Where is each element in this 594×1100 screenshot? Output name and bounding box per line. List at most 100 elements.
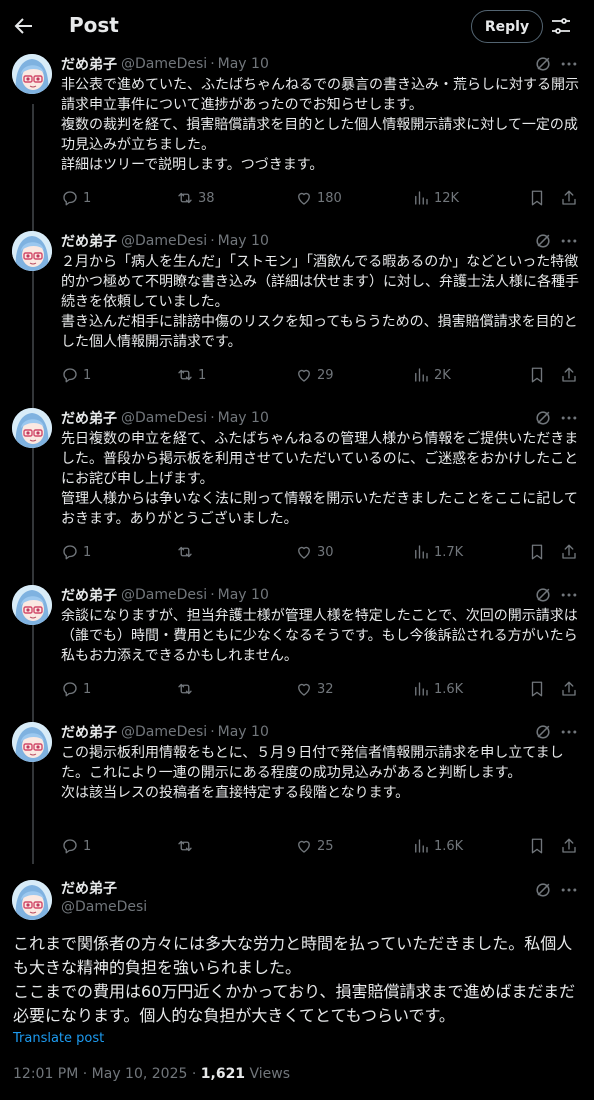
back-arrow-icon[interactable] <box>12 14 36 38</box>
bookmark-icon <box>531 190 543 206</box>
reply-count: 1 <box>83 838 92 854</box>
avatar[interactable] <box>12 54 52 94</box>
share-icon <box>562 681 576 696</box>
grok-icon[interactable] <box>533 231 553 251</box>
views-action[interactable]: 1.6K <box>412 679 463 699</box>
more-icon[interactable] <box>559 54 579 74</box>
tweet-text: この掲示板利用情報をもとに、５月９日付で発信者情報開示請求を申し立てました。これ… <box>61 745 564 801</box>
grok-icon[interactable] <box>533 408 553 428</box>
translate-link[interactable]: Translate post <box>13 1031 104 1046</box>
bookmark-action[interactable] <box>528 836 546 856</box>
tweet-date[interactable]: May 10 <box>218 410 269 426</box>
page-title: Post <box>69 13 119 37</box>
reply-action[interactable]: 1 <box>61 836 91 856</box>
action-bar: 1 1 29 2K <box>61 365 581 385</box>
grok-icon[interactable] <box>533 722 553 742</box>
retweet-action[interactable] <box>176 542 198 562</box>
avatar[interactable] <box>12 722 52 762</box>
action-bar: 1 38 180 12K <box>61 188 581 208</box>
tweet-text: 非公表で進めていた、ふたばちゃんねるでの暴言の書き込み・荒らしに対する開示請求申… <box>61 77 579 173</box>
views-action[interactable]: 2K <box>412 365 451 385</box>
share-action[interactable] <box>560 542 578 562</box>
grok-icon[interactable] <box>533 880 553 900</box>
avatar[interactable] <box>12 231 52 271</box>
grok-icon[interactable] <box>533 585 553 605</box>
avatar[interactable] <box>12 585 52 625</box>
more-icon[interactable] <box>559 585 579 605</box>
author-handle[interactable]: @DameDesi <box>121 56 207 72</box>
bookmark-action[interactable] <box>528 365 546 385</box>
share-action[interactable] <box>560 188 578 208</box>
author-name[interactable]: だめ弟子 <box>61 231 117 251</box>
reply-action[interactable]: 1 <box>61 679 91 699</box>
author-name[interactable]: だめ弟子 <box>61 408 117 428</box>
tweet-text: 余談になりますが、担当弁護士様が管理人様を特定したことで、次回の開示請求は（誰で… <box>61 608 578 664</box>
views-action[interactable]: 1.7K <box>412 542 463 562</box>
author-handle[interactable]: @DameDesi <box>121 233 207 249</box>
more-icon[interactable] <box>559 722 579 742</box>
views-action[interactable]: 12K <box>412 188 459 208</box>
bookmark-action[interactable] <box>528 188 546 208</box>
retweet-count: 38 <box>198 190 215 206</box>
views-label: Views <box>245 1066 291 1082</box>
like-action[interactable]: 29 <box>295 365 334 385</box>
author-name[interactable]: だめ弟子 <box>61 585 117 605</box>
retweet-action[interactable] <box>176 836 198 856</box>
action-bar: 1 30 1.7K <box>61 542 581 562</box>
more-icon[interactable] <box>559 408 579 428</box>
retweet-action[interactable]: 38 <box>176 188 215 208</box>
like-action[interactable]: 30 <box>295 542 334 562</box>
like-action[interactable]: 180 <box>295 188 342 208</box>
like-action[interactable]: 25 <box>295 836 334 856</box>
like-count: 30 <box>317 544 334 560</box>
author-name[interactable]: だめ弟子 <box>61 722 117 742</box>
retweet-count: 1 <box>198 367 207 383</box>
tweet-date[interactable]: May 10 <box>218 587 269 603</box>
author-handle[interactable]: @DameDesi <box>121 724 207 740</box>
tweet-date[interactable]: May 10 <box>218 233 269 249</box>
views-count: 1,621 <box>200 1066 246 1082</box>
more-icon[interactable] <box>559 880 579 900</box>
bookmark-icon <box>531 544 543 560</box>
bookmark-action[interactable] <box>528 679 546 699</box>
author-handle[interactable]: @DameDesi <box>121 410 207 426</box>
avatar[interactable] <box>12 880 52 920</box>
tweet-date[interactable]: May 10 <box>218 724 269 740</box>
avatar[interactable] <box>12 408 52 448</box>
filter-icon[interactable] <box>549 14 573 38</box>
reply-action[interactable]: 1 <box>61 365 91 385</box>
share-action[interactable] <box>560 836 578 856</box>
author-handle[interactable]: @DameDesi <box>61 899 147 915</box>
retweet-action[interactable]: 1 <box>176 365 206 385</box>
reply-button[interactable]: Reply <box>471 10 543 43</box>
reply-icon <box>63 368 77 383</box>
retweet-action[interactable] <box>176 679 198 699</box>
author-name[interactable]: だめ弟子 <box>61 878 117 898</box>
tweet-header: だめ弟子 @DameDesi · May 10 <box>61 231 269 251</box>
like-count: 29 <box>317 367 334 383</box>
tweet-text: 先日複数の申立を経て、ふたばちゃんねるの管理人様から情報をご提供いただきました。… <box>61 431 579 527</box>
more-icon[interactable] <box>559 231 579 251</box>
post-timestamp[interactable]: 12:01 PM · May 10, 2025 · <box>13 1066 201 1082</box>
reply-action[interactable]: 1 <box>61 188 91 208</box>
retweet-icon <box>178 546 192 558</box>
separator-dot: · <box>210 233 215 249</box>
reply-count: 1 <box>83 544 92 560</box>
author-name[interactable]: だめ弟子 <box>61 54 117 74</box>
like-icon <box>298 192 310 205</box>
like-action[interactable]: 32 <box>295 679 334 699</box>
reply-icon <box>63 545 77 560</box>
tweet-date[interactable]: May 10 <box>218 56 269 72</box>
avatar-image <box>12 880 52 920</box>
author-handle[interactable]: @DameDesi <box>121 587 207 603</box>
reply-action[interactable]: 1 <box>61 542 91 562</box>
grok-icon[interactable] <box>533 54 553 74</box>
bookmark-action[interactable] <box>528 542 546 562</box>
share-icon <box>562 838 576 853</box>
views-action[interactable]: 1.6K <box>412 836 463 856</box>
share-action[interactable] <box>560 365 578 385</box>
views-icon <box>415 839 428 853</box>
views-count: 2K <box>434 367 451 383</box>
share-action[interactable] <box>560 679 578 699</box>
share-icon <box>562 367 576 382</box>
